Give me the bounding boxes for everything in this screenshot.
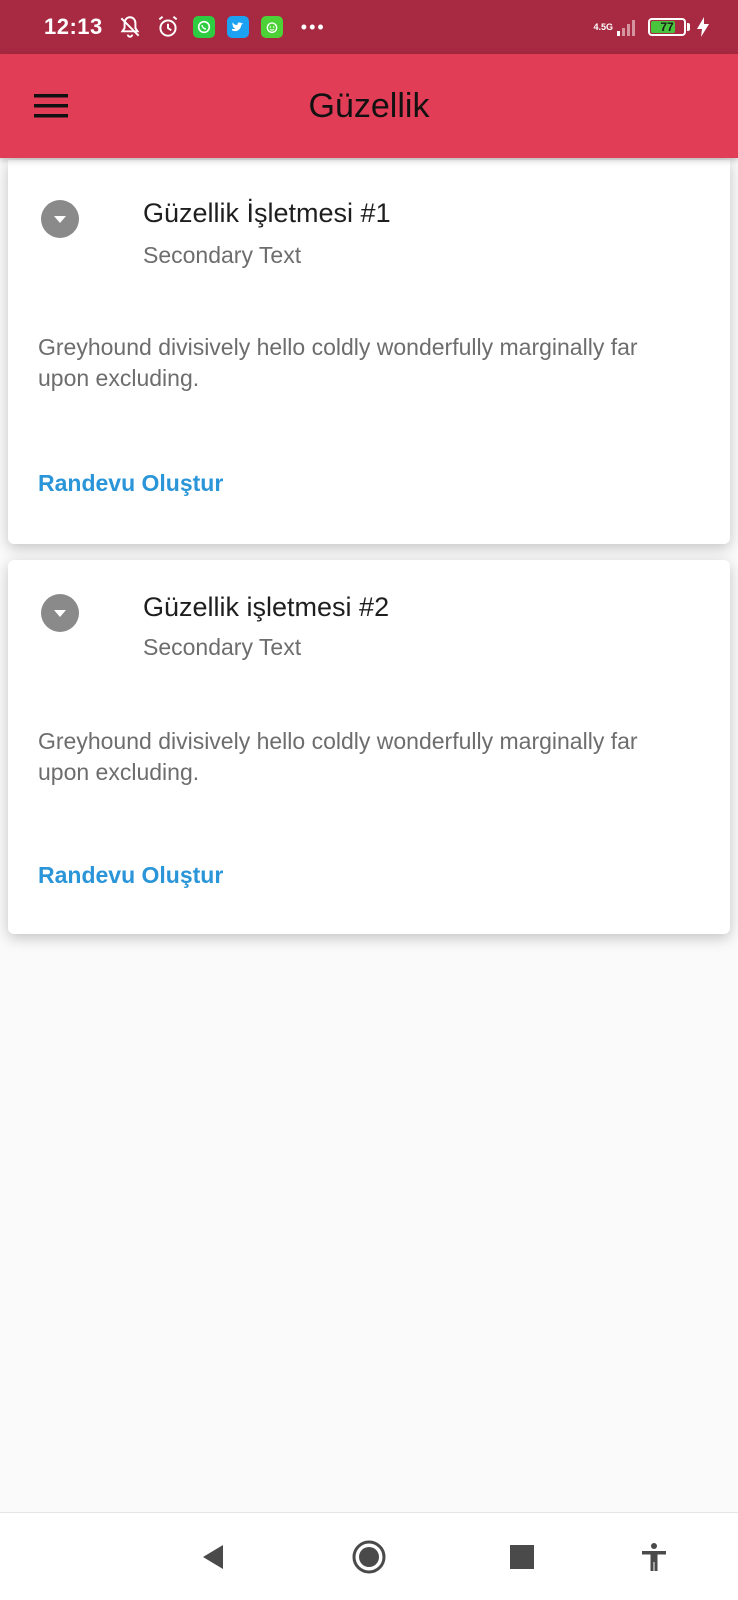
- accessibility-icon[interactable]: [630, 1533, 678, 1581]
- battery-level: 77: [660, 20, 674, 34]
- card-description: Greyhound divisively hello coldly wonder…: [38, 334, 638, 391]
- card-subtitle: Secondary Text: [143, 634, 302, 660]
- expand-more-icon[interactable]: [41, 594, 79, 632]
- alarm-icon: [155, 14, 181, 40]
- card-title: Güzellik İşletmesi #1: [143, 198, 391, 228]
- back-icon[interactable]: [190, 1533, 238, 1581]
- twitter-icon: [226, 16, 249, 38]
- status-right: 4.5G 77: [593, 0, 710, 54]
- app-icon: [260, 16, 283, 38]
- card-title: Güzellik işletmesi #2: [143, 592, 390, 622]
- create-appointment-button[interactable]: Randevu Oluştur: [38, 470, 223, 497]
- create-appointment-button[interactable]: Randevu Oluştur: [38, 862, 223, 889]
- battery-icon: 77: [648, 18, 686, 36]
- expand-more-icon[interactable]: [41, 200, 79, 238]
- network-label: 4.5G: [593, 21, 613, 32]
- mute-bell-icon: [117, 14, 143, 40]
- card-description: Greyhound divisively hello coldly wonder…: [38, 728, 638, 785]
- battery-cap: [687, 23, 690, 31]
- hamburger-menu-icon[interactable]: [24, 80, 80, 132]
- recents-icon[interactable]: [498, 1533, 546, 1581]
- overflow-icon: •••: [300, 16, 326, 37]
- status-time: 12:13: [44, 14, 103, 39]
- status-bar: 12:13 ••• 4.5G 77: [0, 0, 738, 54]
- card-subtitle: Secondary Text: [143, 242, 302, 268]
- business-card-2: Güzellik işletmesi #2 Secondary Text Gre…: [8, 560, 730, 934]
- home-icon[interactable]: [345, 1533, 393, 1581]
- charging-icon: [696, 16, 710, 38]
- system-nav-bar: [0, 1512, 738, 1600]
- page-title: Güzellik: [308, 86, 430, 125]
- app-bar: Güzellik: [0, 54, 738, 158]
- whatsapp-icon: [192, 16, 215, 38]
- business-card-1: Güzellik İşletmesi #1 Secondary Text Gre…: [8, 160, 730, 544]
- signal-icon: 4.5G: [593, 17, 638, 37]
